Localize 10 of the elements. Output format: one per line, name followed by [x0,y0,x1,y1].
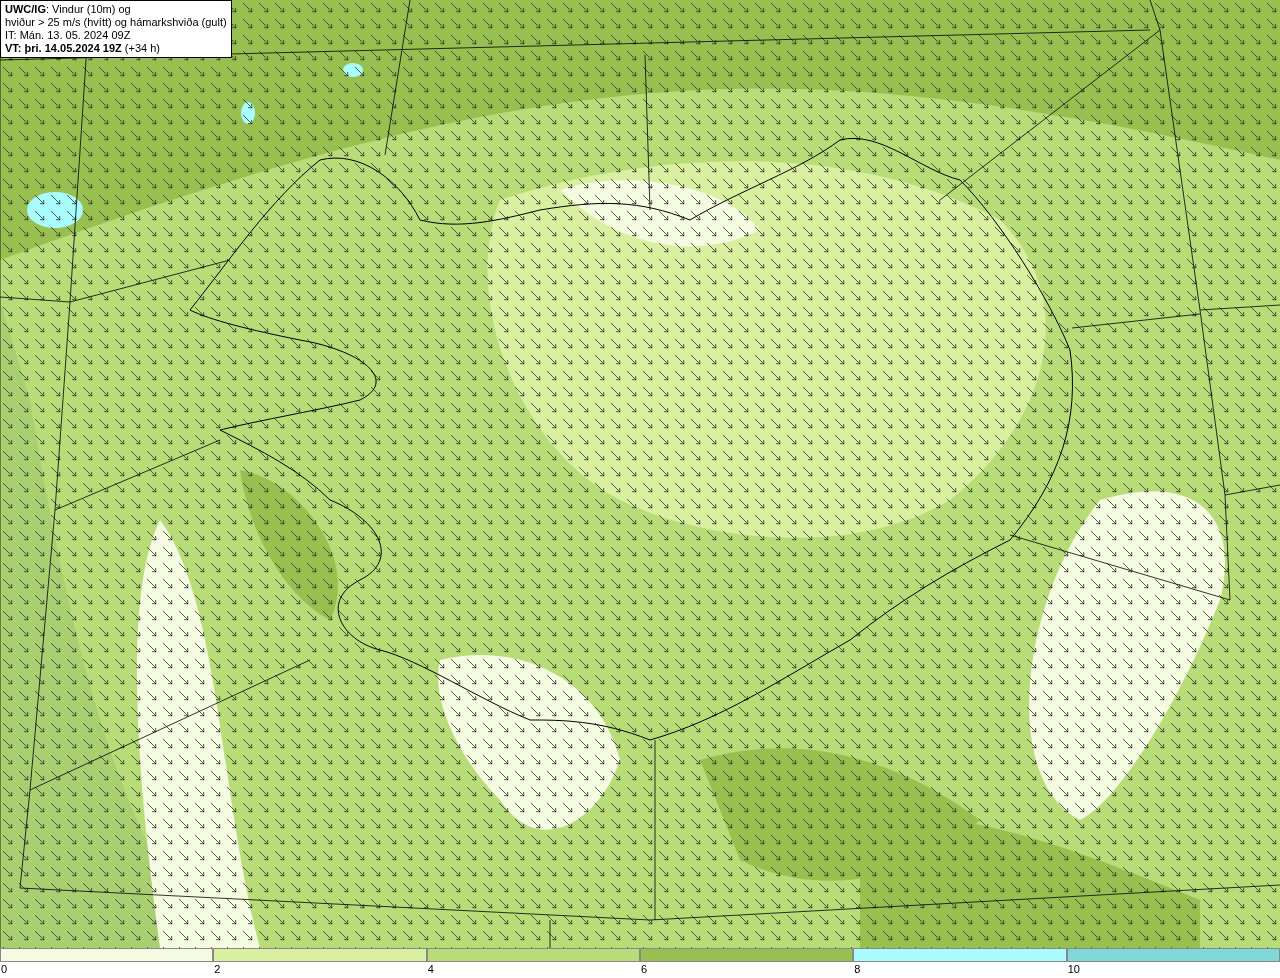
colorbar-tick-label: 0 [0,962,8,976]
colorbar-tick-label: 2 [213,962,221,976]
colorbar-tick-label: 6 [640,962,648,976]
legend-text: IT: Mán. 13. 05. 2024 09Z [5,29,132,42]
colorbar-tick-label: 4 [426,962,434,976]
colorbar-tick-label: 8 [853,962,861,976]
colorbar-tick-label: 10 [1066,962,1080,976]
legend-text: VT: þri. 14.05.2024 19Z (+34 h) [5,42,161,55]
legend-text: hviður > 25 m/s (hvítt) og hámarkshviða (gult) [5,16,227,29]
legend-text: UWC/IG: Vindur (10m) og [5,3,132,16]
